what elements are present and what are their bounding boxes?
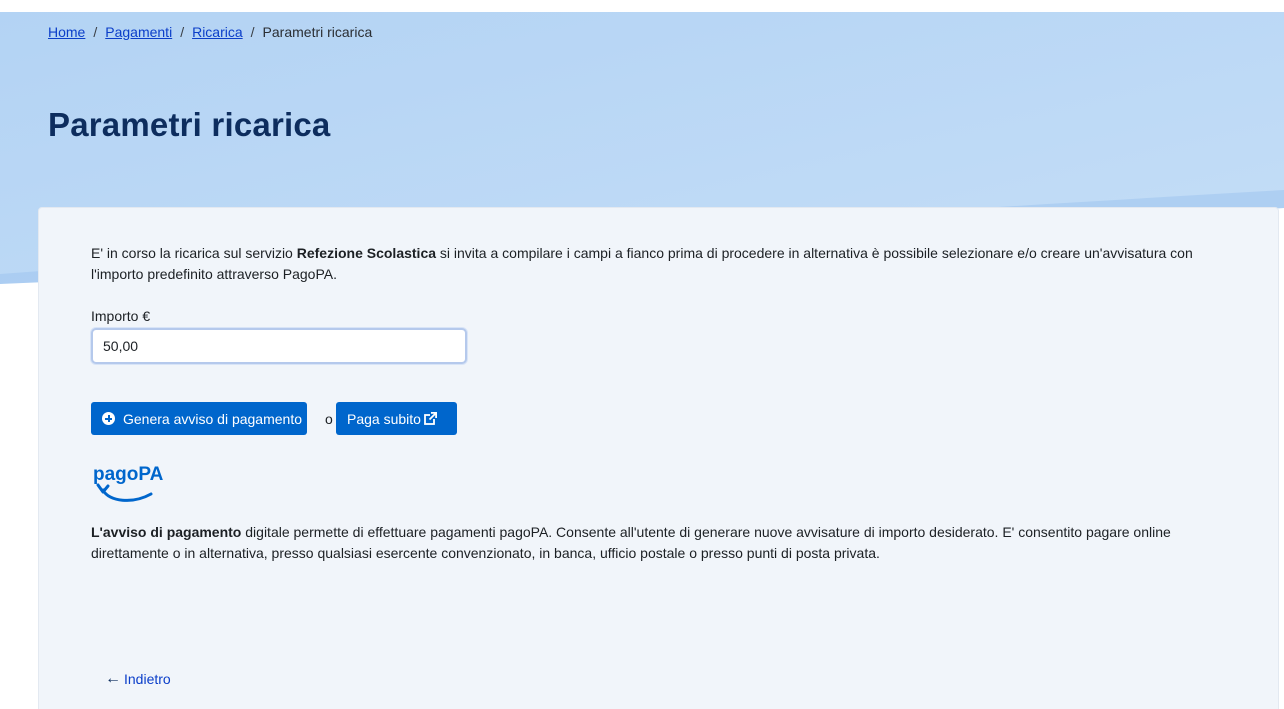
intro-before: E' in corso la ricarica sul servizio xyxy=(91,245,297,261)
page-title: Parametri ricarica xyxy=(48,106,331,143)
generate-notice-label: Genera avviso di pagamento xyxy=(123,410,302,427)
back-label: Indietro xyxy=(124,671,171,687)
intro-text: E' in corso la ricarica sul servizio Ref… xyxy=(91,243,1211,285)
breadcrumb-separator: / xyxy=(180,24,185,40)
breadcrumb-current: Parametri ricarica xyxy=(262,24,373,40)
amount-label: Importo € xyxy=(91,308,151,324)
info-bold: L'avviso di pagamento xyxy=(91,524,242,540)
pagopa-logo-text: pagoPA xyxy=(93,464,164,485)
arrow-left-icon: ← xyxy=(105,670,121,687)
payment-notice-info: L'avviso di pagamento digitale permette … xyxy=(91,522,1231,564)
recharge-card: E' in corso la ricarica sul servizio Ref… xyxy=(38,207,1279,709)
info-text: digitale permette di effettuare pagament… xyxy=(91,524,1171,561)
external-link-icon xyxy=(424,412,437,425)
generate-notice-button[interactable]: Genera avviso di pagamento xyxy=(91,402,307,435)
breadcrumb: Home / Pagamenti / Ricarica / Parametri ricari… xyxy=(48,24,372,40)
pay-now-label: Paga subito xyxy=(347,410,421,427)
service-name: Refezione Scolastica xyxy=(296,245,437,261)
back-link[interactable]: ← Indietro xyxy=(105,670,171,688)
pagopa-logo: pagoPA xyxy=(93,464,164,502)
breadcrumb-separator: / xyxy=(250,24,255,40)
page: Home / Pagamenti / Ricarica / Parametri ricari… xyxy=(0,0,1284,709)
amount-input[interactable] xyxy=(91,328,467,364)
pay-now-button[interactable]: Paga subito xyxy=(336,402,457,435)
breadcrumb-ricarica[interactable]: Ricarica xyxy=(192,24,243,40)
breadcrumb-pagamenti[interactable]: Pagamenti xyxy=(105,24,172,40)
breadcrumb-home[interactable]: Home xyxy=(48,24,85,40)
breadcrumb-separator: / xyxy=(93,24,98,40)
or-text: o xyxy=(325,411,333,427)
plus-circle-icon xyxy=(102,412,115,425)
